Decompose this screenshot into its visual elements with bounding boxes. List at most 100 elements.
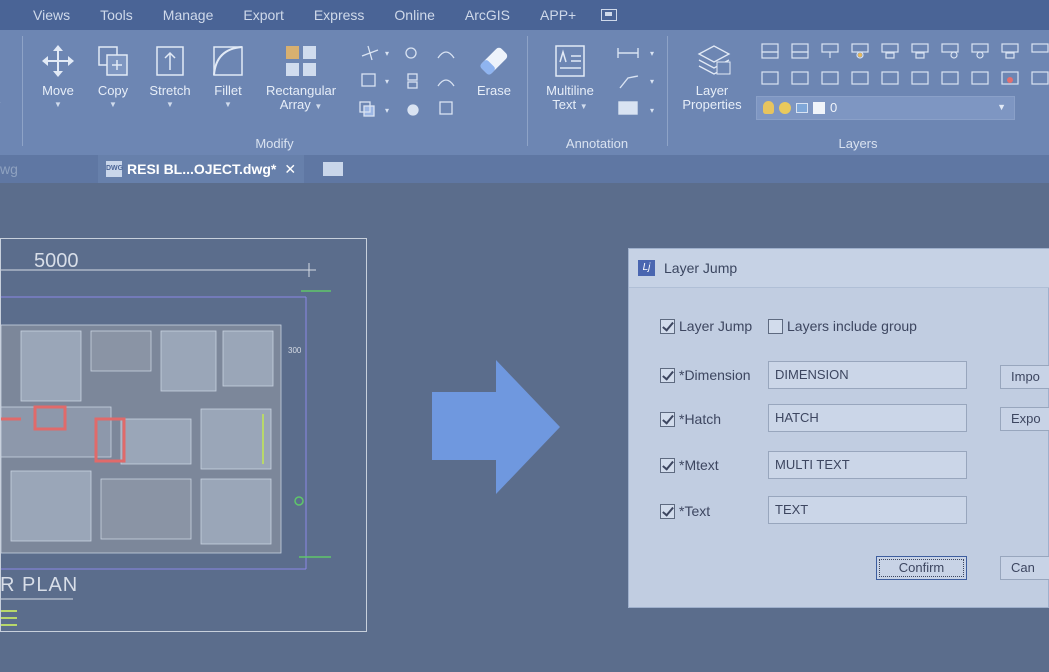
copy-label: Copy: [97, 83, 129, 98]
text-layer-field[interactable]: TEXT: [768, 496, 967, 524]
rectangular-array-icon: [284, 44, 318, 78]
stretch-button[interactable]: Stretch ▼: [144, 44, 196, 112]
confirm-button[interactable]: Confirm: [876, 556, 967, 580]
svg-text:▾: ▾: [650, 106, 654, 115]
erase-icon: [477, 44, 511, 78]
hatch-layer-field[interactable]: HATCH: [768, 404, 967, 432]
layer-properties-label: Layer: [695, 83, 729, 98]
copy-button[interactable]: Copy ▼: [92, 44, 134, 112]
dimension-checkbox[interactable]: *Dimension: [660, 367, 751, 383]
export-button[interactable]: Expo: [1000, 407, 1049, 431]
layer-color-swatch: [813, 102, 825, 114]
modify-small-tools: ▾ ▾ ▾: [358, 44, 464, 128]
rectangular-array-label: Rectangular: [265, 83, 337, 98]
lock-icon: [796, 103, 808, 113]
mtext-layer-field[interactable]: MULTI TEXT: [768, 451, 967, 479]
menu-manage[interactable]: Manage: [148, 7, 229, 23]
dimension-layer-field[interactable]: DIMENSION: [768, 361, 967, 389]
menu-views[interactable]: Views: [0, 7, 85, 23]
cancel-button[interactable]: Can: [1000, 556, 1049, 580]
checkbox-checked-icon: [660, 457, 675, 473]
menu-arcgis[interactable]: ArcGIS: [450, 7, 525, 23]
checkbox-checked-icon: [660, 318, 675, 334]
new-tab-icon[interactable]: [323, 162, 343, 176]
floor-plan-drawing[interactable]: 300: [0, 238, 367, 632]
dimension-label: 5000: [34, 250, 79, 272]
modify-panel-label: Modify: [255, 136, 294, 151]
checkbox-checked-icon: [660, 411, 675, 427]
layer-dropdown-arrow[interactable]: ▼: [997, 102, 1006, 112]
ribbon: ▼ Move ▼ Copy ▼ Stretch ▼ Fillet ▼ Recta…: [0, 30, 1049, 155]
hatch-label: *Hatch: [679, 411, 722, 427]
document-tab-strip: wg DWG RESI BL...OJECT.dwg* ✕: [0, 155, 1049, 183]
multiline-text-icon: [553, 44, 587, 78]
move-icon: [41, 44, 75, 78]
layers-include-group-checkbox[interactable]: Layers include group: [768, 318, 917, 334]
current-layer-name: 0: [830, 100, 838, 115]
layer-jump-dialog: Lj Layer Jump Layer Jump Layers include …: [628, 248, 1049, 608]
multiline-text-label: Multiline: [546, 83, 594, 98]
svg-text:▾: ▾: [385, 106, 389, 115]
right-arrow-graphic: [432, 360, 560, 499]
close-tab-icon[interactable]: ✕: [284, 161, 296, 178]
stretch-label: Stretch: [149, 83, 191, 98]
active-document-tab[interactable]: DWG RESI BL...OJECT.dwg* ✕: [98, 155, 305, 183]
move-button[interactable]: Move ▼: [34, 44, 82, 112]
menu-export[interactable]: Export: [228, 7, 298, 23]
checkbox-unchecked-icon: [768, 318, 783, 334]
layer-jump-app-icon: Lj: [638, 260, 655, 276]
erase-label: Erase: [477, 83, 511, 98]
active-document-name: RESI BL...OJECT.dwg*: [127, 161, 277, 177]
import-button[interactable]: Impo: [1000, 365, 1049, 389]
fillet-label: Fillet: [214, 83, 242, 98]
sun-icon: [779, 102, 791, 114]
layer-properties-icon: [695, 44, 731, 78]
mtext-checkbox[interactable]: *Mtext: [660, 457, 719, 473]
dwg-file-icon: DWG: [106, 161, 123, 177]
multiline-text-button[interactable]: Multiline Text ▼: [537, 44, 603, 114]
ribbon-overflow-caret[interactable]: ▼: [0, 96, 2, 112]
annotation-small-tools: ▾ ▾ ▾: [614, 44, 660, 128]
text-checkbox[interactable]: *Text: [660, 503, 710, 519]
fillet-button[interactable]: Fillet ▼: [207, 44, 249, 112]
previous-document-tab[interactable]: wg: [0, 161, 18, 177]
menu-express[interactable]: Express: [299, 7, 380, 23]
mtext-label: *Mtext: [679, 457, 719, 473]
menu-tools[interactable]: Tools: [85, 7, 148, 23]
rectangular-array-button[interactable]: Rectangular Array ▼: [258, 44, 344, 114]
erase-button[interactable]: Erase: [472, 44, 516, 98]
small-dimension-label: 300: [288, 346, 302, 355]
window-toggle-icon[interactable]: [601, 9, 618, 21]
layer-properties-button[interactable]: Layer Properties: [676, 44, 748, 112]
stretch-icon: [153, 44, 187, 78]
layer-tool-icons: [758, 40, 1049, 90]
svg-text:▾: ▾: [650, 49, 654, 58]
layer-jump-checkbox[interactable]: Layer Jump: [660, 318, 752, 334]
move-label: Move: [42, 83, 74, 98]
dimension-label: *Dimension: [679, 367, 751, 383]
layer-properties-label2: Properties: [682, 97, 742, 112]
plan-title: R PLAN: [0, 574, 79, 596]
multiline-text-label2: Text: [552, 97, 577, 112]
svg-text:▾: ▾: [385, 49, 389, 58]
menu-bar: Views Tools Manage Export Express Online…: [0, 0, 1049, 30]
rectangular-array-label2: Array: [279, 97, 311, 112]
menu-app-plus[interactable]: APP+: [525, 7, 591, 23]
checkbox-checked-icon: [660, 503, 675, 519]
lightbulb-icon: [763, 101, 774, 114]
dialog-title-bar[interactable]: Lj Layer Jump: [629, 249, 1049, 288]
layer-jump-label: Layer Jump: [679, 318, 753, 334]
svg-text:▾: ▾: [385, 77, 389, 86]
checkbox-checked-icon: [660, 367, 675, 383]
hatch-checkbox[interactable]: *Hatch: [660, 411, 721, 427]
layers-panel-label: Layers: [838, 136, 878, 151]
dialog-title: Layer Jump: [664, 260, 738, 276]
text-label: *Text: [679, 503, 711, 519]
layers-include-group-label: Layers include group: [787, 318, 917, 334]
layer-dropdown[interactable]: 0 ▼: [756, 96, 1015, 120]
copy-icon: [96, 44, 130, 78]
menu-online[interactable]: Online: [379, 7, 449, 23]
annotation-panel-label: Annotation: [565, 136, 629, 151]
svg-text:▾: ▾: [650, 77, 654, 86]
fillet-icon: [211, 44, 245, 78]
